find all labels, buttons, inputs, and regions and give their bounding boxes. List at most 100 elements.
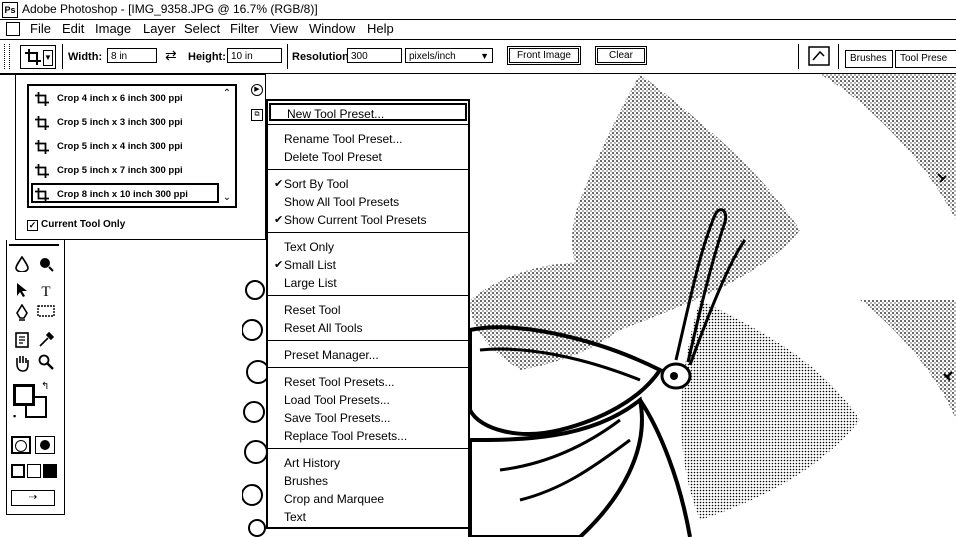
scroll-down-icon[interactable]: ⌄ [222,192,232,203]
menu-help[interactable]: Help [367,19,394,39]
picker-menu-arrow-icon[interactable]: ▶ [251,84,263,96]
preset-crop-5x7[interactable]: Crop 5 inch x 7 inch 300 ppi [33,161,219,181]
clear-button[interactable]: Clear [595,46,647,65]
menu-select[interactable]: Select [184,19,220,39]
menu-item-large-list[interactable]: Large List [268,274,468,292]
menu-item-label: Show All Tool Presets [284,195,400,209]
menu-item-rename-tool-preset[interactable]: Rename Tool Preset... [268,130,468,148]
document-menu-icon[interactable] [6,22,20,36]
menu-item-replace-tool-presets[interactable]: Replace Tool Presets... [268,427,468,445]
menu-item-preset-manager[interactable]: Preset Manager... [268,346,468,364]
swap-dimensions-icon[interactable]: ⇄ [165,47,177,64]
path-select-icon[interactable] [11,282,33,302]
full-screen-mode-icon[interactable] [43,464,57,478]
dodge-icon[interactable] [35,256,57,276]
menu-item-reset-tool[interactable]: Reset Tool [268,301,468,319]
menu-item-label: Brushes [284,474,329,488]
default-colors-icon[interactable]: ▪ [13,411,16,421]
blur-icon[interactable] [11,255,33,276]
app-logo-icon: Ps [2,2,18,18]
menu-item-reset-tool-presets[interactable]: Reset Tool Presets... [268,373,468,391]
jump-to-imageready-icon[interactable]: ⇢ [11,490,55,506]
options-grip[interactable] [4,44,10,69]
menu-item-label: Reset All Tools [284,321,363,335]
standard-screen-mode-icon[interactable] [11,464,25,478]
menu-item-label: Text Only [284,240,335,254]
menu-item-label: Save Tool Presets... [284,411,391,425]
menu-item-reset-all-tools[interactable]: Reset All Tools [268,319,468,337]
crop-tool-icon [35,188,49,202]
menu-view[interactable]: View [270,19,298,39]
tool-preset-list[interactable]: Crop 4 inch x 6 inch 300 ppi Crop 5 inch… [27,84,237,208]
menu-file[interactable]: File [30,19,51,39]
front-image-button[interactable]: Front Image [507,46,581,65]
menu-item-label: Reset Tool [284,303,341,317]
brushes-palette-tab[interactable]: Brushes [845,50,893,68]
menu-edit[interactable]: Edit [62,19,84,39]
menu-window[interactable]: Window [309,19,355,39]
menu-item-small-list[interactable]: ✔ Small List [268,256,468,274]
menu-item-new-tool-preset[interactable]: New Tool Preset... [269,103,467,121]
swap-colors-icon[interactable]: ↰ [41,381,49,392]
tool-preset-picker-button[interactable]: ▼ [20,45,56,69]
menu-item-save-tool-presets[interactable]: Save Tool Presets... [268,409,468,427]
current-tool-only-checkbox[interactable]: ✓ [27,220,38,231]
menu-image[interactable]: Image [95,19,131,39]
menu-item-text-only[interactable]: Text Only [268,238,468,256]
palette-well-icon[interactable] [808,46,830,66]
shape-icon[interactable] [35,304,57,324]
menu-separator [268,367,468,368]
menu-item-show-current-tool-presets[interactable]: ✔ Show Current Tool Presets [268,211,468,229]
pen-icon[interactable] [11,303,33,324]
crop-tool-icon [35,116,49,130]
menu-item-delete-tool-preset[interactable]: Delete Tool Preset [268,148,468,166]
type-icon[interactable]: T [35,282,57,302]
scroll-up-icon[interactable]: ⌃ [222,88,232,99]
checkmark-icon: ✔ [274,259,284,271]
width-label: Width: [68,51,103,63]
preset-crop-8x10[interactable]: Crop 8 inch x 10 inch 300 ppi [31,183,219,203]
width-field[interactable]: 8 in [107,48,157,63]
menu-item-show-all-tool-presets[interactable]: Show All Tool Presets [268,193,468,211]
tool-presets-palette-tab[interactable]: Tool Prese [895,50,956,68]
menu-item-brushes[interactable]: Brushes [268,472,468,490]
chevron-down-icon[interactable]: ▼ [43,50,53,66]
menu-item-art-history[interactable]: Art History [268,454,468,472]
resolution-unit-select[interactable]: pixels/inch ▼ [405,48,493,63]
menu-item-crop-and-marquee[interactable]: Crop and Marquee [268,490,468,508]
height-field[interactable]: 10 in [227,48,282,63]
quick-mask-mode-icon[interactable] [35,436,55,454]
menu-item-text[interactable]: Text [268,508,468,526]
standard-mode-icon[interactable] [11,436,31,454]
menu-filter[interactable]: Filter [230,19,259,39]
tool-preset-picker-panel: Crop 4 inch x 6 inch 300 ppi Crop 5 inch… [15,74,266,240]
menu-item-load-tool-presets[interactable]: Load Tool Presets... [268,391,468,409]
menu-separator [268,295,468,296]
menu-item-label: Small List [284,258,337,272]
menu-item-label: Rename Tool Preset... [284,132,403,146]
hand-icon[interactable] [11,354,33,374]
foreground-color-swatch[interactable] [13,384,35,406]
window-title: Adobe Photoshop - [IMG_9358.JPG @ 16.7% … [22,2,318,16]
full-screen-menu-mode-icon[interactable] [27,464,41,478]
current-tool-only-row[interactable]: ✓ Current Tool Only [27,219,125,231]
preset-crop-5x4[interactable]: Crop 5 inch x 4 inch 300 ppi [33,137,219,157]
notes-icon[interactable] [11,332,33,352]
menu-layer[interactable]: Layer [143,19,176,39]
preset-crop-4x6[interactable]: Crop 4 inch x 6 inch 300 ppi [33,89,219,109]
menu-item-label: Text [284,510,307,524]
menu-item-label: Show Current Tool Presets [284,213,427,227]
new-preset-icon[interactable]: ⧉ [251,109,263,121]
resolution-unit-value: pixels/inch [409,51,456,62]
menu-item-label: Delete Tool Preset [284,150,382,164]
preset-crop-5x3[interactable]: Crop 5 inch x 3 inch 300 ppi [33,113,219,133]
tool-preset-context-menu: New Tool Preset... Rename Tool Preset... D… [266,99,470,529]
options-bar: ▼ Width: 8 in ⇄ Height: 10 in Resolution… [0,40,956,75]
height-label: Height: [188,51,226,63]
menu-item-label: Crop and Marquee [284,492,385,506]
resolution-field[interactable]: 300 [347,48,402,63]
menu-item-label: Replace Tool Presets... [284,429,408,443]
eyedropper-icon[interactable] [35,331,57,352]
menu-item-sort-by-tool[interactable]: ✔ Sort By Tool [268,175,468,193]
zoom-icon[interactable] [35,354,57,374]
